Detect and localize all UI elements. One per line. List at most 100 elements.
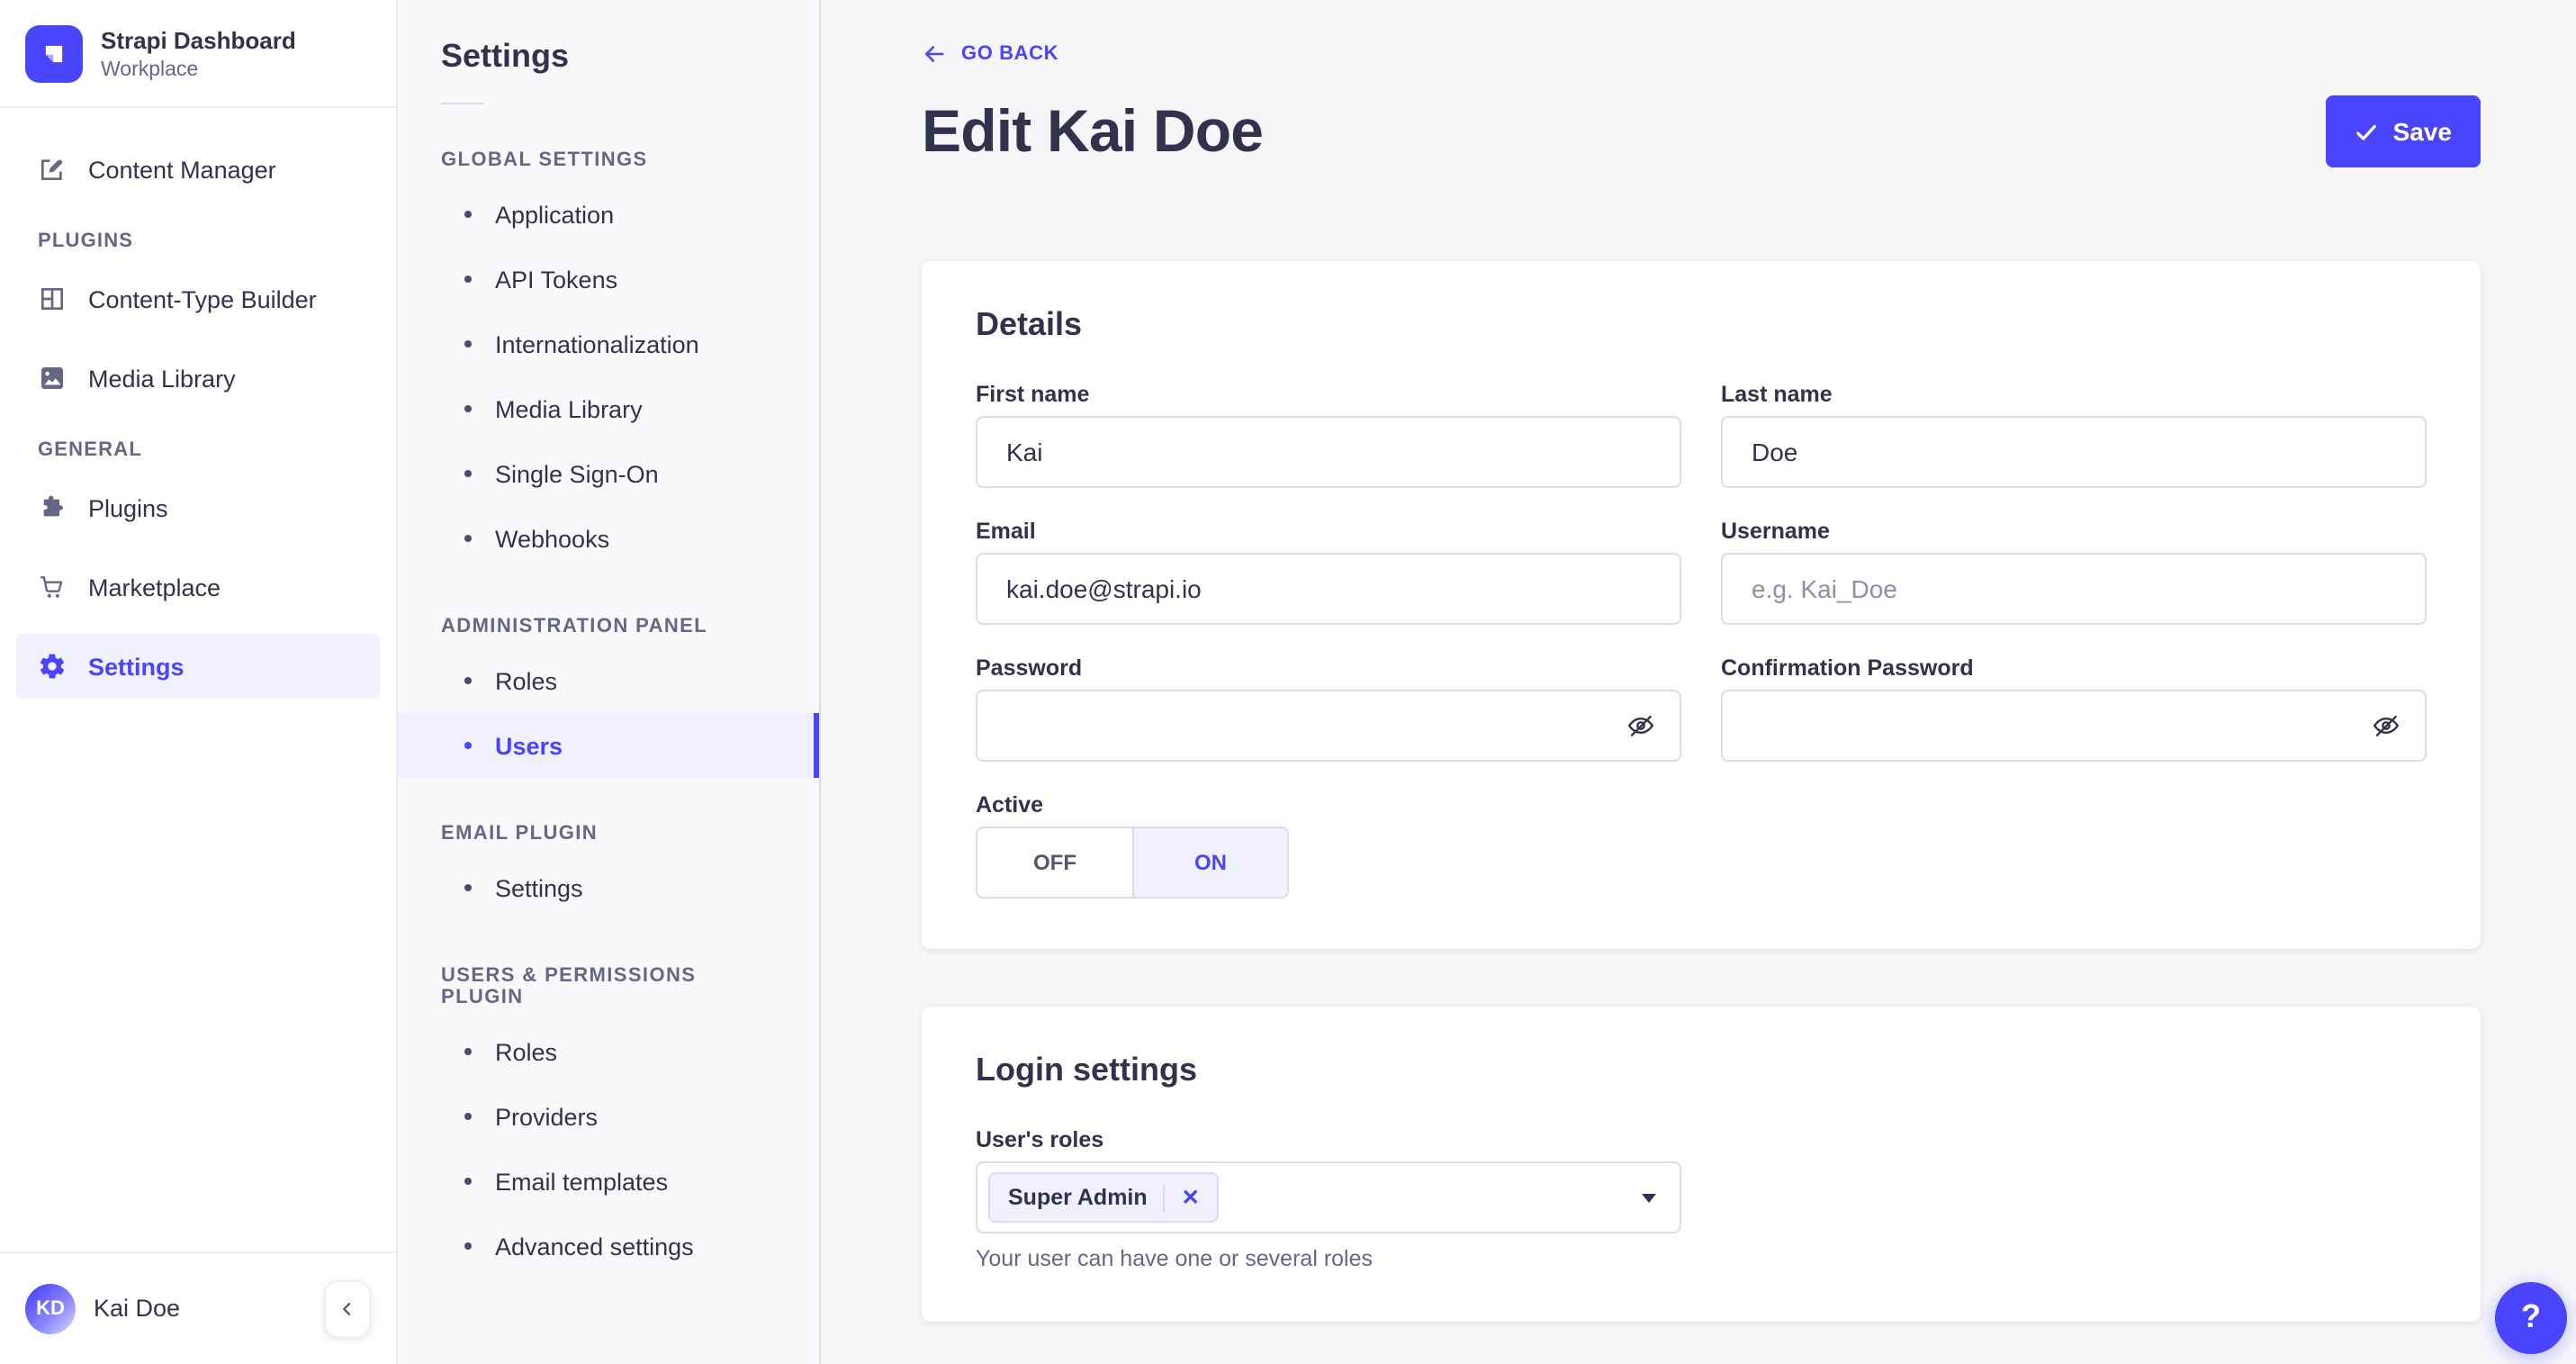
subnav-item-label: API Tokens [495, 266, 618, 293]
username-input[interactable] [1721, 553, 2427, 625]
bullet-icon [464, 276, 472, 283]
password-label: Password [976, 655, 1083, 681]
save-button[interactable]: Save [2326, 95, 2481, 167]
puzzle-icon [38, 493, 67, 522]
avatar[interactable]: KD [25, 1283, 76, 1333]
subnav-item-application[interactable]: Application [398, 182, 819, 247]
last-name-field: Last name [1721, 382, 2427, 488]
eye-slash-icon [2371, 710, 2401, 741]
subnav-item-admin-users[interactable]: Users [398, 713, 819, 778]
close-icon[interactable]: ✕ [1182, 1187, 1200, 1208]
email-label: Email [976, 519, 1036, 544]
first-name-label: First name [976, 382, 1090, 407]
active-label: Active [976, 792, 1044, 817]
confirmation-password-label: Confirmation Password [1721, 655, 1974, 681]
user-roles-label: User's roles [976, 1127, 1104, 1152]
login-settings-heading: Login settings [976, 1052, 1197, 1088]
last-name-input[interactable] [1721, 416, 2427, 488]
first-name-field: First name [976, 382, 1681, 488]
workspace-brand[interactable]: Strapi Dashboard Workplace [0, 0, 396, 106]
cart-icon [38, 573, 67, 601]
bullet-icon [464, 1178, 472, 1185]
subnav-section-email-plugin: EMAIL PLUGIN Settings [398, 823, 819, 920]
confirmation-password-field: Confirmation Password [1721, 655, 2427, 762]
subnav-item-label: Settings [495, 874, 583, 901]
gear-icon [38, 652, 67, 681]
subnav-item-api-tokens[interactable]: API Tokens [398, 247, 819, 312]
role-chip-label: Super Admin [1008, 1185, 1148, 1210]
collapse-sidebar-button[interactable] [324, 1279, 371, 1337]
subnav-item-internationalization[interactable]: Internationalization [398, 312, 819, 376]
subnav-item-label: Users [495, 732, 563, 759]
toggle-confirmation-password-visibility-button[interactable] [2367, 707, 2405, 745]
caret-down-icon [1642, 1194, 1656, 1203]
password-input[interactable] [976, 690, 1681, 762]
details-form: First name Last name Email Username Pass [976, 382, 2427, 899]
subnav-item-email-templates[interactable]: Email templates [398, 1149, 819, 1214]
first-name-input[interactable] [976, 416, 1681, 488]
sidebar-item-label: Content Manager [88, 156, 276, 183]
subnav-item-label: Internationalization [495, 330, 699, 357]
bullet-icon [464, 340, 472, 348]
sidebar-item-label: Marketplace [88, 574, 221, 601]
subnav-item-label: Single Sign-On [495, 460, 659, 487]
confirmation-password-input-wrap [1721, 690, 2427, 762]
email-field: Email [976, 519, 1681, 625]
toggle-password-visibility-button[interactable] [1622, 707, 1660, 745]
sidebar-item-marketplace[interactable]: Marketplace [16, 555, 380, 619]
sidebar-nav: Content Manager PLUGINS Content-Type Bui… [0, 108, 396, 727]
active-toggle-off[interactable]: OFF [977, 828, 1132, 897]
subnav-section-header: ADMINISTRATION PANEL [441, 616, 708, 637]
subnav-section-header: GLOBAL SETTINGS [441, 149, 648, 171]
subnav-item-email-settings[interactable]: Settings [398, 855, 819, 920]
sidebar-footer: KD Kai Doe [0, 1251, 396, 1364]
sidebar-item-settings[interactable]: Settings [16, 634, 380, 699]
subnav-item-advanced-settings[interactable]: Advanced settings [398, 1214, 819, 1278]
confirmation-password-input[interactable] [1721, 690, 2427, 762]
brand-subtitle: Workplace [101, 59, 199, 82]
bullet-icon [464, 470, 472, 477]
sidebar-item-content-manager[interactable]: Content Manager [16, 137, 380, 202]
bullet-icon [464, 535, 472, 542]
chevron-left-icon [338, 1299, 356, 1317]
active-toggle-on[interactable]: ON [1132, 828, 1287, 897]
subnav-item-providers[interactable]: Providers [398, 1084, 819, 1149]
main-sidebar: Strapi Dashboard Workplace Content Manag… [0, 0, 398, 1364]
subnav-item-label: Application [495, 201, 615, 228]
active-toggle: OFF ON [976, 827, 1289, 899]
page-header: Edit Kai Doe Save [922, 95, 2481, 167]
go-back-link[interactable]: GO BACK [922, 41, 1058, 67]
user-roles-select[interactable]: Super Admin ✕ [976, 1161, 1681, 1233]
page-title: Edit Kai Doe [922, 97, 1264, 164]
login-settings-card: Login settings User's roles Super Admin … [922, 1007, 2481, 1322]
divider [441, 103, 484, 104]
sidebar-item-label: Content-Type Builder [88, 285, 317, 312]
bullet-icon [464, 1242, 472, 1250]
subnav-item-label: Email templates [495, 1168, 669, 1195]
divider [1163, 1184, 1166, 1211]
subnav-item-webhooks[interactable]: Webhooks [398, 506, 819, 571]
email-input[interactable] [976, 553, 1681, 625]
arrow-left-icon [922, 41, 947, 67]
sidebar-item-media-library[interactable]: Media Library [16, 346, 380, 411]
subnav-item-label: Advanced settings [495, 1233, 694, 1260]
password-input-wrap [976, 690, 1681, 762]
brand-title: Strapi Dashboard [101, 26, 296, 54]
settings-subnav: Settings GLOBAL SETTINGS Application API… [398, 0, 821, 1364]
subnav-item-label: Roles [495, 667, 558, 694]
bullet-icon [464, 742, 472, 749]
sidebar-item-plugins[interactable]: Plugins [16, 475, 380, 540]
subnav-item-up-roles[interactable]: Roles [398, 1019, 819, 1084]
subnav-section-users-permissions-plugin: USERS & PERMISSIONS PLUGIN Roles Provide… [398, 965, 819, 1278]
subnav-item-admin-roles[interactable]: Roles [398, 648, 819, 713]
strapi-admin-app: Strapi Dashboard Workplace Content Manag… [0, 0, 2576, 1364]
subnav-section-global-settings: GLOBAL SETTINGS Application API Tokens I… [398, 149, 819, 571]
subnav-item-single-sign-on[interactable]: Single Sign-On [398, 441, 819, 506]
help-button[interactable]: ? [2495, 1281, 2567, 1353]
subnav-item-label: Webhooks [495, 525, 610, 552]
subnav-item-media-library[interactable]: Media Library [398, 376, 819, 441]
sidebar-section-plugins: PLUGINS [38, 230, 134, 252]
sidebar-item-content-type-builder[interactable]: Content-Type Builder [16, 266, 380, 331]
user-roles-helper: Your user can have one or several roles [976, 1246, 1374, 1271]
password-field: Password [976, 655, 1681, 762]
